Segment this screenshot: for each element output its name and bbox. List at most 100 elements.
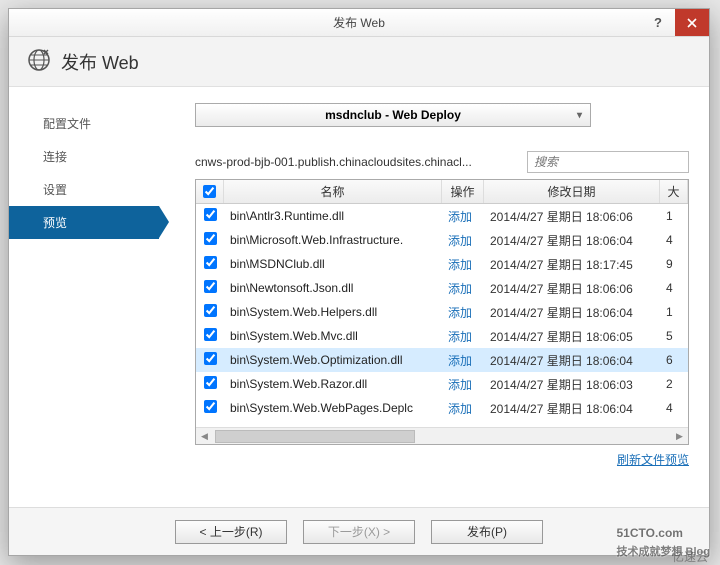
cell-date: 2014/4/27 星期日 18:06:04 (484, 352, 660, 369)
next-button: 下一步(X) > (303, 520, 415, 544)
cell-name: bin\Newtonsoft.Json.dll (224, 281, 442, 295)
cell-name: bin\Microsoft.Web.Infrastructure. (224, 233, 442, 247)
cell-name: bin\System.Web.WebPages.Deplc (224, 401, 442, 415)
row-checkbox-cell (196, 304, 224, 320)
select-all-checkbox[interactable] (203, 185, 216, 198)
publish-path: cnws-prod-bjb-001.publish.chinacloudsite… (195, 155, 519, 169)
scroll-thumb[interactable] (215, 430, 415, 443)
row-checkbox-cell (196, 256, 224, 272)
close-icon (687, 18, 697, 28)
dialog-window: 发布 Web ? 发布 Web 配置文件连接设置预览 msdnclub - We… (8, 8, 710, 556)
header: 发布 Web (9, 37, 709, 87)
cell-date: 2014/4/27 星期日 18:06:04 (484, 304, 660, 321)
table-row[interactable]: bin\Newtonsoft.Json.dll添加2014/4/27 星期日 1… (196, 276, 688, 300)
profile-label: msdnclub - Web Deploy (325, 108, 461, 122)
row-checkbox[interactable] (204, 376, 217, 389)
cell-name: bin\System.Web.Optimization.dll (224, 353, 442, 367)
table-header: 名称 操作 修改日期 大 (196, 180, 688, 204)
cell-size: 1 (660, 209, 688, 223)
cell-operation: 添加 (442, 208, 484, 225)
cell-date: 2014/4/27 星期日 18:06:05 (484, 328, 660, 345)
search-input[interactable] (527, 151, 689, 173)
cell-operation: 添加 (442, 304, 484, 321)
cell-operation: 添加 (442, 232, 484, 249)
cell-name: bin\MSDNClub.dll (224, 257, 442, 271)
prev-button[interactable]: < 上一步(R) (175, 520, 287, 544)
row-checkbox[interactable] (204, 256, 217, 269)
row-checkbox[interactable] (204, 328, 217, 341)
row-checkbox-cell (196, 352, 224, 368)
scroll-right-icon: ▶ (671, 428, 688, 444)
col-date[interactable]: 修改日期 (484, 180, 660, 203)
file-table: 名称 操作 修改日期 大 bin\Antlr3.Runtime.dll添加201… (195, 179, 689, 445)
table-row[interactable]: bin\System.Web.Optimization.dll添加2014/4/… (196, 348, 688, 372)
cell-date: 2014/4/27 星期日 18:06:04 (484, 232, 660, 249)
cell-date: 2014/4/27 星期日 18:06:06 (484, 208, 660, 225)
refresh-link[interactable]: 刷新文件预览 (617, 453, 689, 467)
row-checkbox-cell (196, 232, 224, 248)
cell-size: 2 (660, 377, 688, 391)
row-checkbox[interactable] (204, 304, 217, 317)
cell-size: 4 (660, 233, 688, 247)
profile-dropdown[interactable]: msdnclub - Web Deploy ▾ (195, 103, 591, 127)
cell-date: 2014/4/27 星期日 18:06:04 (484, 400, 660, 417)
publish-button[interactable]: 发布(P) (431, 520, 543, 544)
table-row[interactable]: bin\MSDNClub.dll添加2014/4/27 星期日 18:17:45… (196, 252, 688, 276)
row-checkbox-cell (196, 400, 224, 416)
window-buttons: ? (641, 9, 709, 36)
cell-date: 2014/4/27 星期日 18:06:03 (484, 376, 660, 393)
sidebar: 配置文件连接设置预览 (9, 87, 159, 507)
table-row[interactable]: bin\System.Web.Razor.dll添加2014/4/27 星期日 … (196, 372, 688, 396)
cell-operation: 添加 (442, 376, 484, 393)
table-row[interactable]: bin\System.Web.Helpers.dll添加2014/4/27 星期… (196, 300, 688, 324)
globe-icon (27, 48, 51, 75)
cell-size: 6 (660, 353, 688, 367)
sidebar-item-2[interactable]: 设置 (9, 173, 159, 206)
table-row[interactable]: bin\System.Web.WebPages.Deplc添加2014/4/27… (196, 396, 688, 420)
sidebar-item-1[interactable]: 连接 (9, 140, 159, 173)
row-checkbox[interactable] (204, 208, 217, 221)
cell-size: 5 (660, 329, 688, 343)
row-checkbox[interactable] (204, 352, 217, 365)
cell-operation: 添加 (442, 256, 484, 273)
row-checkbox[interactable] (204, 232, 217, 245)
cell-name: bin\Antlr3.Runtime.dll (224, 209, 442, 223)
refresh-row: 刷新文件预览 (195, 451, 689, 468)
scroll-left-icon: ◀ (196, 428, 213, 444)
main-panel: msdnclub - Web Deploy ▾ cnws-prod-bjb-00… (159, 87, 709, 507)
page-title: 发布 Web (61, 49, 139, 75)
row-checkbox-cell (196, 376, 224, 392)
close-button[interactable] (675, 9, 709, 36)
help-icon: ? (654, 15, 662, 30)
sidebar-item-3[interactable]: 预览 (9, 206, 159, 239)
cell-operation: 添加 (442, 352, 484, 369)
col-size[interactable]: 大 (660, 180, 688, 203)
path-row: cnws-prod-bjb-001.publish.chinacloudsite… (195, 151, 689, 173)
horizontal-scrollbar[interactable]: ◀ ▶ (196, 427, 688, 444)
row-checkbox-cell (196, 280, 224, 296)
cell-name: bin\System.Web.Razor.dll (224, 377, 442, 391)
cell-date: 2014/4/27 星期日 18:06:06 (484, 280, 660, 297)
cell-size: 4 (660, 401, 688, 415)
dialog-body: 配置文件连接设置预览 msdnclub - Web Deploy ▾ cnws-… (9, 87, 709, 507)
cell-name: bin\System.Web.Mvc.dll (224, 329, 442, 343)
table-row[interactable]: bin\Antlr3.Runtime.dll添加2014/4/27 星期日 18… (196, 204, 688, 228)
sidebar-item-0[interactable]: 配置文件 (9, 107, 159, 140)
cell-name: bin\System.Web.Helpers.dll (224, 305, 442, 319)
col-name[interactable]: 名称 (224, 180, 442, 203)
window-title: 发布 Web (333, 14, 385, 31)
cell-operation: 添加 (442, 328, 484, 345)
table-row[interactable]: bin\System.Web.Mvc.dll添加2014/4/27 星期日 18… (196, 324, 688, 348)
table-body: bin\Antlr3.Runtime.dll添加2014/4/27 星期日 18… (196, 204, 688, 426)
col-operation[interactable]: 操作 (442, 180, 484, 203)
table-row[interactable]: bin\Microsoft.Web.Infrastructure.添加2014/… (196, 228, 688, 252)
row-checkbox-cell (196, 208, 224, 224)
cell-size: 1 (660, 305, 688, 319)
cell-size: 9 (660, 257, 688, 271)
help-button[interactable]: ? (641, 9, 675, 36)
cell-operation: 添加 (442, 400, 484, 417)
cell-operation: 添加 (442, 280, 484, 297)
row-checkbox[interactable] (204, 400, 217, 413)
row-checkbox[interactable] (204, 280, 217, 293)
chevron-down-icon: ▾ (577, 110, 582, 121)
